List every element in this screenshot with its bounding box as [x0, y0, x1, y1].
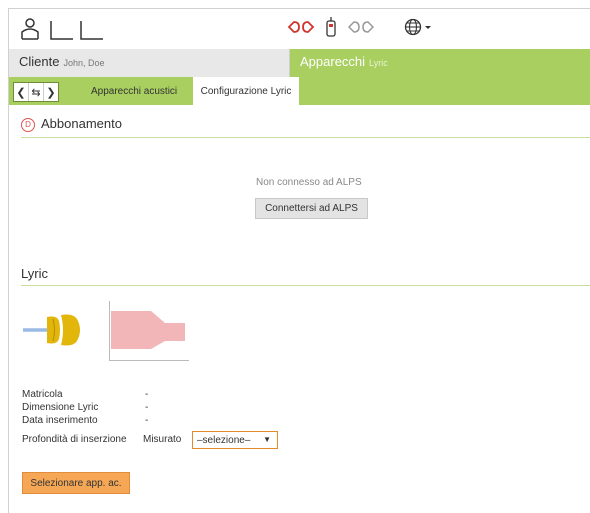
subscription-title-text: Abbonamento — [41, 116, 122, 131]
divider — [21, 285, 590, 286]
globe-icon[interactable] — [404, 18, 434, 36]
insertion-depth-label: Profondità di inserzione — [22, 434, 127, 445]
select-hearing-aid-button[interactable]: Selezionare app. ac. — [22, 472, 130, 494]
serial-label: Matricola — [22, 389, 63, 400]
client-label: Cliente — [19, 54, 60, 69]
insertion-depth-mode: Misurato — [143, 434, 182, 445]
client-name: John, Doe — [63, 58, 105, 68]
insertion-depth-select[interactable]: –selezione– ▼ — [192, 431, 278, 449]
devices-sub: Lyric — [369, 58, 388, 68]
nav-buttons: ❮ ⇆ ❯ — [13, 82, 59, 102]
hearing-aid-pair-grey-icon[interactable] — [347, 19, 375, 35]
subscription-title: D Abbonamento — [21, 116, 122, 132]
alps-status: Non connesso ad ALPS — [256, 177, 362, 188]
tab-hearing-aids[interactable]: Apparecchi acustici — [83, 77, 185, 105]
user-icon[interactable] — [21, 17, 131, 41]
language-menu[interactable] — [404, 18, 434, 41]
insertion-date-value: - — [145, 415, 149, 426]
back-icon[interactable]: ❮ — [14, 83, 28, 101]
hearing-aid-pair-red-icon[interactable] — [287, 19, 315, 35]
divider — [21, 137, 590, 138]
device-icons[interactable] — [287, 17, 375, 37]
app-window: Cliente John, Doe Apparecchi Lyric ❮ ⇆ ❯ A… — [8, 8, 590, 513]
top-bar — [9, 9, 590, 49]
insertion-date-label: Data inserimento — [22, 415, 98, 426]
remote-control-icon[interactable] — [325, 17, 337, 37]
context-bar: Cliente John, Doe Apparecchi Lyric — [9, 49, 590, 77]
client-icons[interactable] — [21, 17, 131, 46]
client-panel[interactable]: Cliente John, Doe — [9, 49, 290, 77]
swap-icon[interactable]: ⇆ — [28, 83, 44, 101]
forward-icon[interactable]: ❯ — [44, 83, 58, 101]
serial-value: - — [145, 389, 149, 400]
insertion-depth-chart — [109, 301, 189, 361]
tab-lyric-config[interactable]: Configurazione Lyric — [193, 77, 299, 105]
subscription-badge: D — [21, 117, 35, 132]
lyric-size-label: Dimensione Lyric — [22, 402, 99, 413]
connect-alps-button[interactable]: Connettersi ad ALPS — [255, 198, 368, 219]
chevron-down-icon: ▼ — [263, 435, 271, 444]
lyric-size-value: - — [145, 402, 149, 413]
select-value: –selezione– — [197, 434, 251, 446]
devices-label: Apparecchi — [300, 54, 366, 69]
lyric-device-icon — [23, 314, 80, 346]
tab-bar: ❮ ⇆ ❯ Apparecchi acustici Configurazione… — [9, 77, 590, 105]
devices-panel[interactable]: Apparecchi Lyric — [290, 49, 590, 77]
chevron-down-icon — [425, 26, 431, 29]
lyric-title: Lyric — [21, 266, 48, 281]
